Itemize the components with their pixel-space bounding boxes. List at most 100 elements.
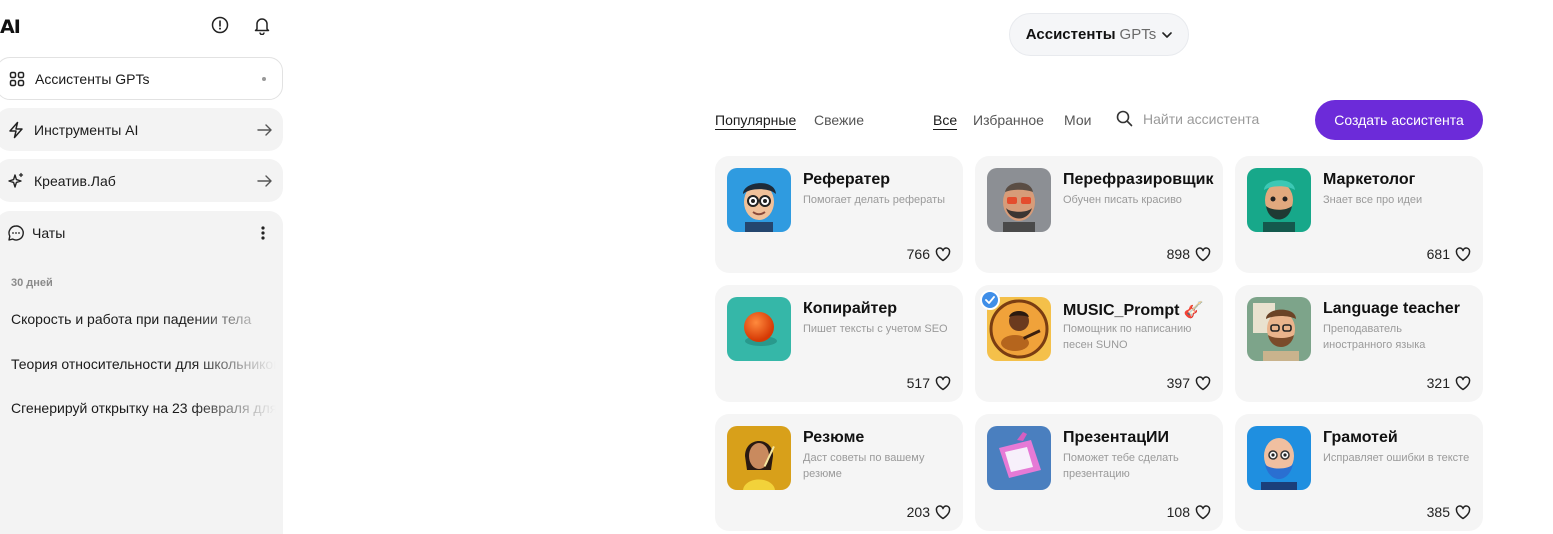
assistant-title: ПрезентацИИ [1063, 429, 1170, 446]
assistant-card[interactable]: Грамотей Исправляет ошибки в тексте 385 [1235, 414, 1483, 531]
bell-icon[interactable] [252, 15, 272, 35]
lightning-icon [6, 120, 26, 140]
sidebar-item-gpts[interactable]: Ассистенты GPTs [0, 57, 283, 100]
heart-icon [1195, 246, 1211, 262]
assistant-title: Грамотей [1323, 429, 1398, 446]
assistant-card[interactable]: ПрезентацИИ Поможет тебе сделать презент… [975, 414, 1223, 531]
assistant-title: Резюме [803, 429, 865, 446]
assistant-description: Преподаватель иностранного языка [1323, 323, 1426, 351]
grid-icon [7, 69, 27, 89]
likes-count: 203 [906, 504, 930, 520]
likes-counter[interactable]: 397 [1167, 375, 1211, 391]
selector-label-rest: GPTs [1119, 26, 1157, 43]
heart-icon [935, 504, 951, 520]
assistant-avatar [987, 426, 1051, 490]
assistant-description: Знает все про идеи [1323, 194, 1423, 206]
likes-count: 108 [1166, 504, 1190, 520]
verified-badge-icon [980, 290, 1000, 310]
assistant-title: Маркетолог [1323, 171, 1416, 188]
assistant-card[interactable]: Копирайтер Пишет тексты с учетом SEO 517 [715, 285, 963, 402]
heart-icon [935, 375, 951, 391]
assistant-avatar [727, 168, 791, 232]
create-assistant-button[interactable]: Создать ассистента [1315, 100, 1483, 140]
sidebar-item-tools[interactable]: Инструменты AI [0, 108, 283, 151]
heart-icon [1195, 504, 1211, 520]
assistant-card[interactable]: Резюме Даст советы по вашему резюме 203 [715, 414, 963, 531]
heart-icon [1455, 504, 1471, 520]
assistant-title: Копирайтер [803, 300, 898, 317]
app-logo[interactable]: AI [0, 16, 21, 38]
likes-counter[interactable]: 766 [907, 246, 951, 262]
likes-count: 898 [1166, 246, 1190, 262]
tab-all[interactable]: Все [933, 112, 958, 130]
more-vertical-icon[interactable] [261, 226, 265, 245]
tab-mine[interactable]: Мои [1064, 112, 1091, 128]
likes-counter[interactable]: 517 [907, 375, 951, 391]
arrow-right-icon [257, 123, 273, 137]
search-icon [1116, 110, 1133, 127]
arrow-right-icon [257, 174, 273, 188]
assistant-description: Обучен писать красиво [1063, 194, 1182, 206]
chat-history-item[interactable]: Теория относительности для школьников [11, 356, 276, 372]
alert-icon[interactable] [210, 15, 230, 35]
sidebar-item-label: Креатив.Лаб [34, 172, 116, 189]
sidebar: AI Ассистенты GPTs Инструменты AI Креати… [0, 0, 284, 534]
tab-popular[interactable]: Популярные [715, 112, 797, 130]
chats-header[interactable]: Чаты [6, 223, 65, 243]
assistant-card[interactable]: Маркетолог Знает все про идеи 681 [1235, 156, 1483, 273]
chevron-down-icon [1162, 31, 1173, 38]
assistant-description: Помогает делать рефераты [803, 194, 946, 206]
likes-count: 321 [1426, 375, 1450, 391]
sparkle-icon [6, 171, 26, 191]
sidebar-item-label: Инструменты AI [34, 121, 139, 138]
search-input[interactable]: Найти ассистента [1116, 110, 1259, 127]
likes-counter[interactable]: 108 [1167, 504, 1211, 520]
heart-icon [1195, 375, 1211, 391]
assistant-description: Исправляет ошибки в тексте [1323, 452, 1470, 464]
chat-history-item[interactable]: Сгенерируй открытку на 23 февраля для [11, 400, 276, 416]
heart-icon [1455, 375, 1471, 391]
assistant-title: Рефератер [803, 171, 891, 188]
assistant-avatar [1247, 297, 1311, 361]
assistant-avatar [727, 297, 791, 361]
likes-counter[interactable]: 385 [1427, 504, 1471, 520]
assistant-title: Language teacher [1323, 300, 1460, 317]
assistant-description: Помощник по написанию песен SUNO [1063, 323, 1192, 351]
assistant-card[interactable]: Перефразировщик Обучен писать красиво 89… [975, 156, 1223, 273]
selector-label-bold: Ассистенты [1025, 26, 1116, 43]
assistant-card[interactable]: Language teacher Преподаватель иностранн… [1235, 285, 1483, 402]
likes-count: 766 [906, 246, 930, 262]
gpt-mode-selector[interactable]: Ассистенты GPTs [1009, 13, 1189, 56]
search-placeholder: Найти ассистента [1143, 110, 1260, 127]
chat-bubble-icon [6, 223, 26, 243]
sidebar-item-creative-lab[interactable]: Креатив.Лаб [0, 159, 283, 202]
likes-count: 517 [906, 375, 930, 391]
likes-count: 681 [1426, 246, 1450, 262]
assistant-card[interactable]: MUSIC_Prompt 🎸 Помощник по написанию пес… [975, 285, 1223, 402]
likes-count: 385 [1426, 504, 1450, 520]
assistant-card[interactable]: Рефератер Помогает делать рефераты 766 [715, 156, 963, 273]
assistant-description: Даст советы по вашему резюме [803, 452, 925, 480]
assistant-title: Перефразировщик [1063, 171, 1214, 188]
tab-fresh[interactable]: Свежие [814, 112, 864, 128]
assistant-avatar [1247, 426, 1311, 490]
assistant-description: Поможет тебе сделать презентацию [1063, 452, 1179, 480]
active-dot-icon [262, 76, 272, 81]
likes-counter[interactable]: 898 [1167, 246, 1211, 262]
likes-count: 397 [1166, 375, 1190, 391]
likes-counter[interactable]: 321 [1427, 375, 1471, 391]
assistant-avatar [1247, 168, 1311, 232]
tab-favorites[interactable]: Избранное [973, 112, 1044, 128]
likes-counter[interactable]: 681 [1427, 246, 1471, 262]
assistant-description: Пишет тексты с учетом SEO [803, 323, 948, 335]
chat-history-item[interactable]: Скорость и работа при падении тела [11, 311, 276, 327]
likes-counter[interactable]: 203 [907, 504, 951, 520]
heart-icon [935, 246, 951, 262]
heart-icon [1455, 246, 1471, 262]
assistant-title: MUSIC_Prompt 🎸 [1063, 302, 1204, 319]
chats-title: Чаты [32, 225, 66, 241]
chats-period-label: 30 дней [11, 277, 53, 289]
assistant-avatar [987, 168, 1051, 232]
chats-panel: Чаты 30 дней Скорость и работа при паден… [0, 211, 283, 534]
assistant-avatar [727, 426, 791, 490]
